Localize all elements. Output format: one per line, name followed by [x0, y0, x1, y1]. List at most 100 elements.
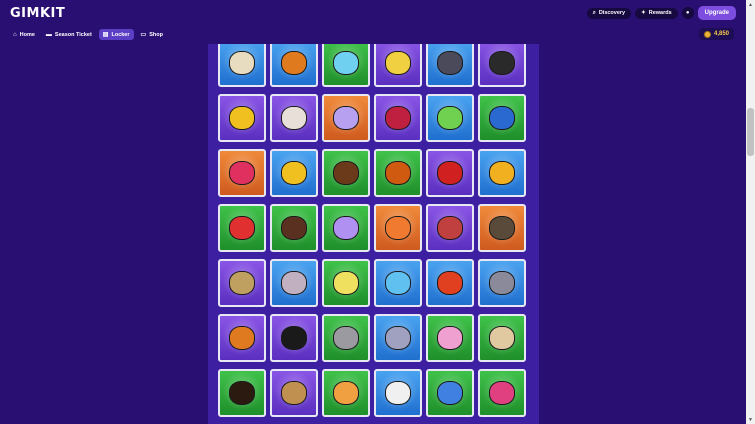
top-navbar: GIMKIT ⌂ Home ▬ Season Ticket ▤ Locker ▭… — [0, 0, 746, 44]
shop-icon: ▭ — [140, 31, 147, 38]
locker-item-tile[interactable] — [218, 314, 266, 362]
nav-home-label: Home — [19, 31, 35, 38]
locker-item-tile[interactable] — [374, 204, 422, 252]
locker-item-tile[interactable] — [426, 259, 474, 307]
gray-tabby-cat-icon — [333, 326, 359, 350]
locker-item-tile[interactable] — [374, 369, 422, 417]
nav-season-ticket[interactable]: ▬ Season Ticket — [42, 29, 96, 40]
pumpkin-icon — [281, 51, 307, 75]
honeycomb-icon — [489, 161, 515, 185]
gimkit-logo[interactable]: GIMKIT — [10, 6, 65, 21]
scroll-icon — [229, 51, 255, 75]
nav-shop-label: Shop — [149, 31, 163, 38]
food-bowl-icon — [437, 381, 463, 405]
locker-item-tile[interactable] — [374, 94, 422, 142]
blue-cat-icon — [385, 271, 411, 295]
locker-item-tile[interactable] — [426, 149, 474, 197]
robot-icon — [229, 216, 255, 240]
home-icon: ⌂ — [13, 31, 17, 38]
pet-bowls-icon — [489, 381, 515, 405]
main-nav: ⌂ Home ▬ Season Ticket ▤ Locker ▭ Shop — [9, 29, 167, 40]
scroll-down-arrow-icon[interactable]: ▼ — [746, 415, 755, 424]
locker-item-tile[interactable] — [270, 204, 318, 252]
locker-item-tile[interactable] — [478, 149, 526, 197]
yellow-cat-icon — [333, 271, 359, 295]
locker-item-tile[interactable] — [426, 204, 474, 252]
locker-item-tile[interactable] — [218, 149, 266, 197]
beetle-icon — [489, 106, 515, 130]
locker-item-tile[interactable] — [322, 94, 370, 142]
locker-item-tile[interactable] — [478, 314, 526, 362]
locker-item-tile[interactable] — [374, 39, 422, 87]
locker-item-tile[interactable] — [218, 94, 266, 142]
locker-item-tile[interactable] — [270, 314, 318, 362]
locker-item-tile[interactable] — [218, 259, 266, 307]
nav-locker-label: Locker — [111, 31, 130, 38]
locker-item-tile[interactable] — [270, 149, 318, 197]
locker-item-tile[interactable] — [322, 204, 370, 252]
nav-season-ticket-label: Season Ticket — [54, 31, 92, 38]
nav-shop[interactable]: ▭ Shop — [137, 29, 167, 40]
yarn-balls-icon — [437, 216, 463, 240]
locker-item-tile[interactable] — [322, 39, 370, 87]
raspberry-icon — [229, 161, 255, 185]
locker-item-tile[interactable] — [322, 369, 370, 417]
rewards-label: Rewards — [648, 10, 672, 16]
scroll-up-arrow-icon[interactable]: ▲ — [746, 0, 755, 9]
discovery-label: Discovery — [598, 10, 626, 16]
watering-can-icon — [437, 51, 463, 75]
upgrade-button[interactable]: Upgrade — [697, 6, 736, 20]
locker-grid — [218, 0, 530, 417]
scarecrow-icon — [333, 51, 359, 75]
cockroach-icon — [333, 161, 359, 185]
account-button[interactable]: ● — [681, 7, 694, 19]
nav-locker[interactable]: ▤ Locker — [98, 29, 134, 40]
locker-item-tile[interactable] — [270, 259, 318, 307]
locker-item-tile[interactable] — [218, 39, 266, 87]
locker-item-tile[interactable] — [322, 314, 370, 362]
gift-icon: ✦ — [641, 10, 646, 16]
bee-icon — [281, 161, 307, 185]
pink-cat-icon — [437, 326, 463, 350]
sombrero-guy-icon — [489, 51, 515, 75]
grasshopper-icon — [437, 106, 463, 130]
locker-item-tile[interactable] — [478, 204, 526, 252]
page-scrollbar[interactable]: ▲ ▼ — [746, 0, 755, 424]
locker-item-tile[interactable] — [322, 149, 370, 197]
nav-home[interactable]: ⌂ Home — [9, 29, 39, 40]
locker-item-tile[interactable] — [270, 39, 318, 87]
coin-icon — [703, 30, 711, 38]
slime-icon — [333, 216, 359, 240]
ticket-icon: ▬ — [45, 31, 52, 38]
locker-item-tile[interactable] — [374, 149, 422, 197]
dalmatian-icon — [385, 381, 411, 405]
rewards-button[interactable]: ✦ Rewards — [635, 7, 678, 19]
ladybug-icon — [385, 161, 411, 185]
locker-item-tile[interactable] — [478, 259, 526, 307]
siamese-cat-icon — [489, 216, 515, 240]
locker-item-tile[interactable] — [374, 314, 422, 362]
discovery-button[interactable]: ⌕ Discovery — [586, 7, 632, 19]
rottweiler-icon — [229, 381, 255, 405]
locker-item-tile[interactable] — [426, 369, 474, 417]
toy-mouse-icon — [281, 271, 307, 295]
black-cat-icon — [281, 326, 307, 350]
locker-item-tile[interactable] — [426, 39, 474, 87]
locker-item-tile[interactable] — [426, 94, 474, 142]
locker-item-tile[interactable] — [218, 369, 266, 417]
locker-item-tile[interactable] — [270, 369, 318, 417]
locker-item-tile[interactable] — [426, 314, 474, 362]
coin-balance[interactable]: 4,850 — [698, 28, 734, 40]
red-cat-icon — [437, 271, 463, 295]
locker-item-tile[interactable] — [270, 94, 318, 142]
search-icon: ⌕ — [592, 9, 596, 16]
locker-item-tile[interactable] — [478, 39, 526, 87]
locker-item-tile[interactable] — [478, 94, 526, 142]
scroll-thumb[interactable] — [747, 108, 754, 156]
locker-item-tile[interactable] — [374, 259, 422, 307]
locker-item-tile[interactable] — [218, 204, 266, 252]
locker-item-tile[interactable] — [478, 369, 526, 417]
locker-icon: ▤ — [102, 31, 109, 38]
reindeer-icon — [281, 216, 307, 240]
locker-item-tile[interactable] — [322, 259, 370, 307]
